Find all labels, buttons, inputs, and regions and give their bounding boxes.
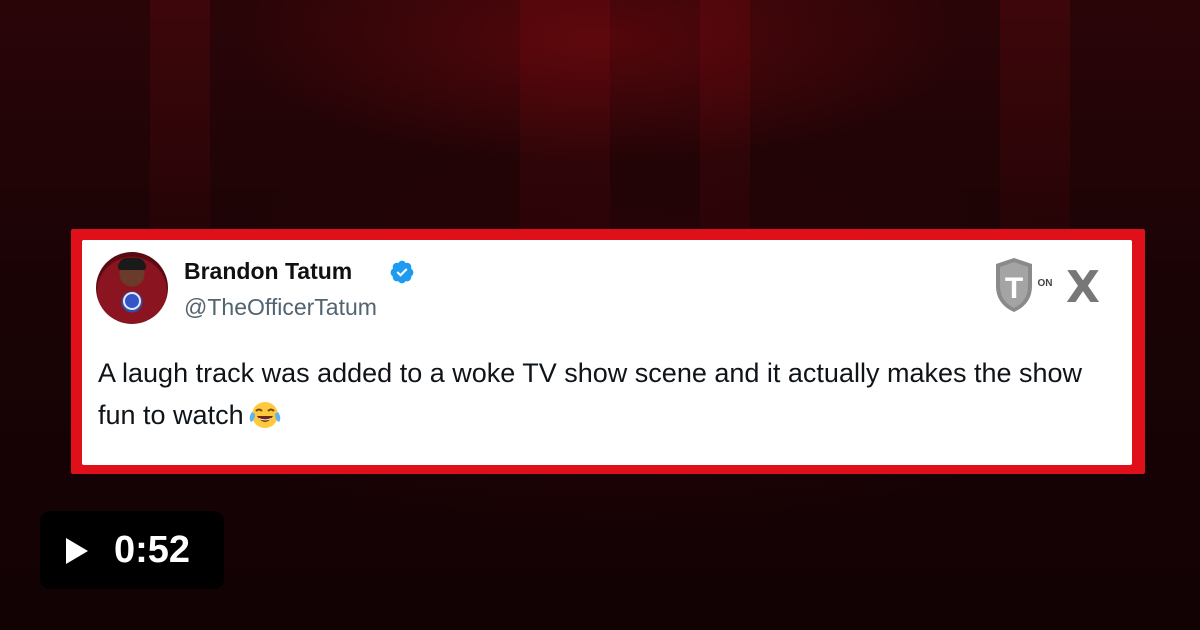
verified-badge-icon [390,260,414,284]
x-platform-letter: X [1066,262,1100,313]
face-with-tears-of-joy-icon [249,402,280,428]
shield-letter: T [1005,272,1023,305]
tatum-on-x-logo: T ON X [996,258,1100,313]
avatar-cap [118,258,146,270]
video-duration: 0:52 [114,529,191,571]
tweet-text: A laugh track was added to a woke TV sho… [98,352,1108,436]
user-handle: @TheOfficerTatum [184,294,377,320]
play-icon[interactable] [64,536,90,566]
on-label: ON [1038,278,1053,289]
video-thumbnail[interactable]: Brandon Tatum @TheOfficerTatum T ON X A … [0,0,1200,630]
avatar-shirt-logo [123,292,141,310]
tweet-body: A laugh track was added to a woke TV sho… [98,358,1083,430]
avatar [96,252,168,324]
display-name: Brandon Tatum [184,258,353,284]
